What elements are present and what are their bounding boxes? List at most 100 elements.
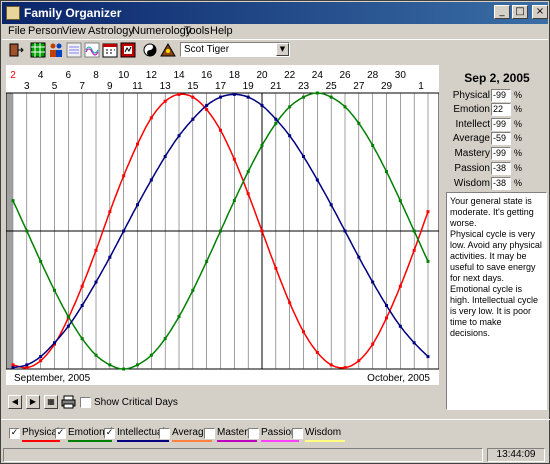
data-point-emotional (66, 315, 70, 319)
emotional-checkbox[interactable]: ✓ (55, 428, 66, 439)
data-point-physical (39, 359, 43, 363)
x-tick-label-bottom: 1 (418, 81, 424, 92)
wisdom-checkbox[interactable] (292, 428, 303, 439)
pyramid-icon[interactable] (160, 42, 176, 58)
mastery-checkbox[interactable] (204, 428, 215, 439)
data-point-emotional (80, 337, 84, 341)
data-point-physical (205, 108, 209, 112)
data-point-emotional (315, 91, 319, 95)
minimize-button[interactable]: _ (494, 5, 510, 19)
next-month-button[interactable]: ▶ (26, 395, 40, 409)
menu-view[interactable]: View (62, 25, 86, 37)
data-point-physical (246, 192, 250, 196)
data-point-emotional (11, 199, 15, 203)
average-checkbox[interactable] (159, 428, 170, 439)
data-point-emotional (163, 337, 167, 341)
physical-checkbox[interactable]: ✓ (9, 428, 20, 439)
data-point-emotional (371, 143, 375, 147)
metric-unit: % (514, 133, 523, 143)
data-point-intellectual (80, 304, 84, 308)
data-point-intellectual (274, 117, 278, 121)
data-point-intellectual (260, 103, 264, 107)
prev-month-button[interactable]: ◀ (8, 395, 22, 409)
menu-file[interactable]: File (8, 25, 26, 37)
data-point-physical (343, 366, 347, 370)
data-point-emotional (426, 259, 430, 263)
show-critical-days-checkbox[interactable] (80, 397, 91, 408)
app-icon (6, 6, 20, 20)
legend-swatch (68, 440, 112, 442)
data-point-physical (385, 316, 388, 320)
data-point-emotional (94, 353, 98, 357)
app-window: Family Organizer _ □ × File Person View … (0, 0, 550, 464)
metric-label: Emotion (453, 104, 490, 115)
x-tick-label-top: 24 (312, 70, 324, 81)
menu-tools[interactable]: Tools (184, 25, 210, 37)
x-tick-label-top: 26 (339, 70, 351, 81)
menu-astrology[interactable]: Astrology (88, 25, 134, 37)
x-tick-label-bottom: 29 (381, 81, 393, 92)
data-point-emotional (205, 259, 209, 263)
menu-bar: File Person View Astrology Numerology To… (2, 24, 548, 39)
calendar-icon[interactable] (102, 42, 118, 58)
biorhythm-wave-icon[interactable] (84, 42, 100, 58)
metric-emotion: Emotion 22 % (446, 103, 546, 117)
x-tick-label-top: 6 (66, 70, 72, 81)
data-point-physical (260, 229, 264, 233)
grid-table-icon[interactable] (30, 42, 46, 58)
metric-unit: % (514, 163, 523, 173)
legend-swatch (22, 440, 60, 442)
data-point-emotional (53, 288, 56, 292)
title-bar[interactable]: Family Organizer _ □ × (2, 2, 548, 24)
data-point-emotional (260, 143, 264, 147)
chart-report-icon[interactable] (120, 42, 136, 58)
chart-navigation: ◀ ▶ ▦ Show Critical Days (6, 392, 439, 412)
metric-label: Average (452, 133, 490, 144)
menu-help[interactable]: Help (210, 25, 233, 37)
x-tick-label-top: 28 (367, 70, 379, 81)
metric-label: Passion (454, 163, 490, 174)
yin-yang-icon[interactable] (142, 42, 158, 58)
data-point-intellectual (39, 355, 43, 359)
metric-value: -99 (491, 147, 511, 160)
menu-person[interactable]: Person (28, 25, 63, 37)
data-point-emotional (274, 121, 278, 125)
x-tick-label-top: 30 (395, 70, 407, 81)
legend-label: Physical (22, 427, 60, 438)
close-button[interactable]: × (532, 5, 548, 19)
x-tick-label-top: 18 (229, 70, 241, 81)
exit-door-icon[interactable] (8, 42, 24, 58)
legend-swatch (305, 440, 345, 442)
data-point-emotional (136, 363, 139, 367)
data-point-intellectual (426, 355, 430, 359)
printer-icon[interactable] (61, 395, 76, 409)
data-point-physical (122, 174, 126, 178)
data-point-intellectual (11, 366, 15, 370)
menu-numerology[interactable]: Numerology (132, 25, 191, 37)
maximize-button[interactable]: □ (512, 5, 528, 19)
chevron-down-icon[interactable]: ▼ (276, 43, 289, 56)
data-point-emotional (25, 229, 29, 233)
person-select[interactable]: Scot Tiger ▼ (180, 42, 290, 57)
metric-value: 22 (491, 103, 511, 116)
data-point-intellectual (122, 229, 126, 233)
toolbar: Scot Tiger ▼ (2, 39, 548, 59)
legend-label: Wisdom (305, 427, 342, 438)
metric-mastery: Mastery -99 % (446, 147, 546, 161)
calendar-button[interactable]: ▦ (44, 395, 58, 409)
data-point-intellectual (385, 304, 388, 308)
person-select-value: Scot Tiger (184, 44, 230, 55)
data-point-emotional (343, 105, 347, 109)
biorhythm-chart[interactable]: 2 4 6 8 10 12 14 16 18 20 22 24 26 28 30 3 5 7 9 11 13 15 17 19… (6, 65, 439, 385)
passion-checkbox[interactable] (248, 428, 259, 439)
x-tick-label-bottom: 11 (132, 81, 143, 92)
description-text[interactable]: Your general state is moderate. It's get… (446, 192, 547, 410)
notes-icon[interactable] (66, 42, 82, 58)
people-icon[interactable] (48, 42, 64, 58)
data-point-physical (302, 330, 305, 334)
intellectual-checkbox[interactable]: ✓ (104, 428, 115, 439)
metric-average: Average -59 % (446, 132, 546, 146)
data-point-physical (219, 128, 222, 132)
data-point-physical (25, 366, 29, 370)
metric-value: -99 (491, 89, 511, 102)
